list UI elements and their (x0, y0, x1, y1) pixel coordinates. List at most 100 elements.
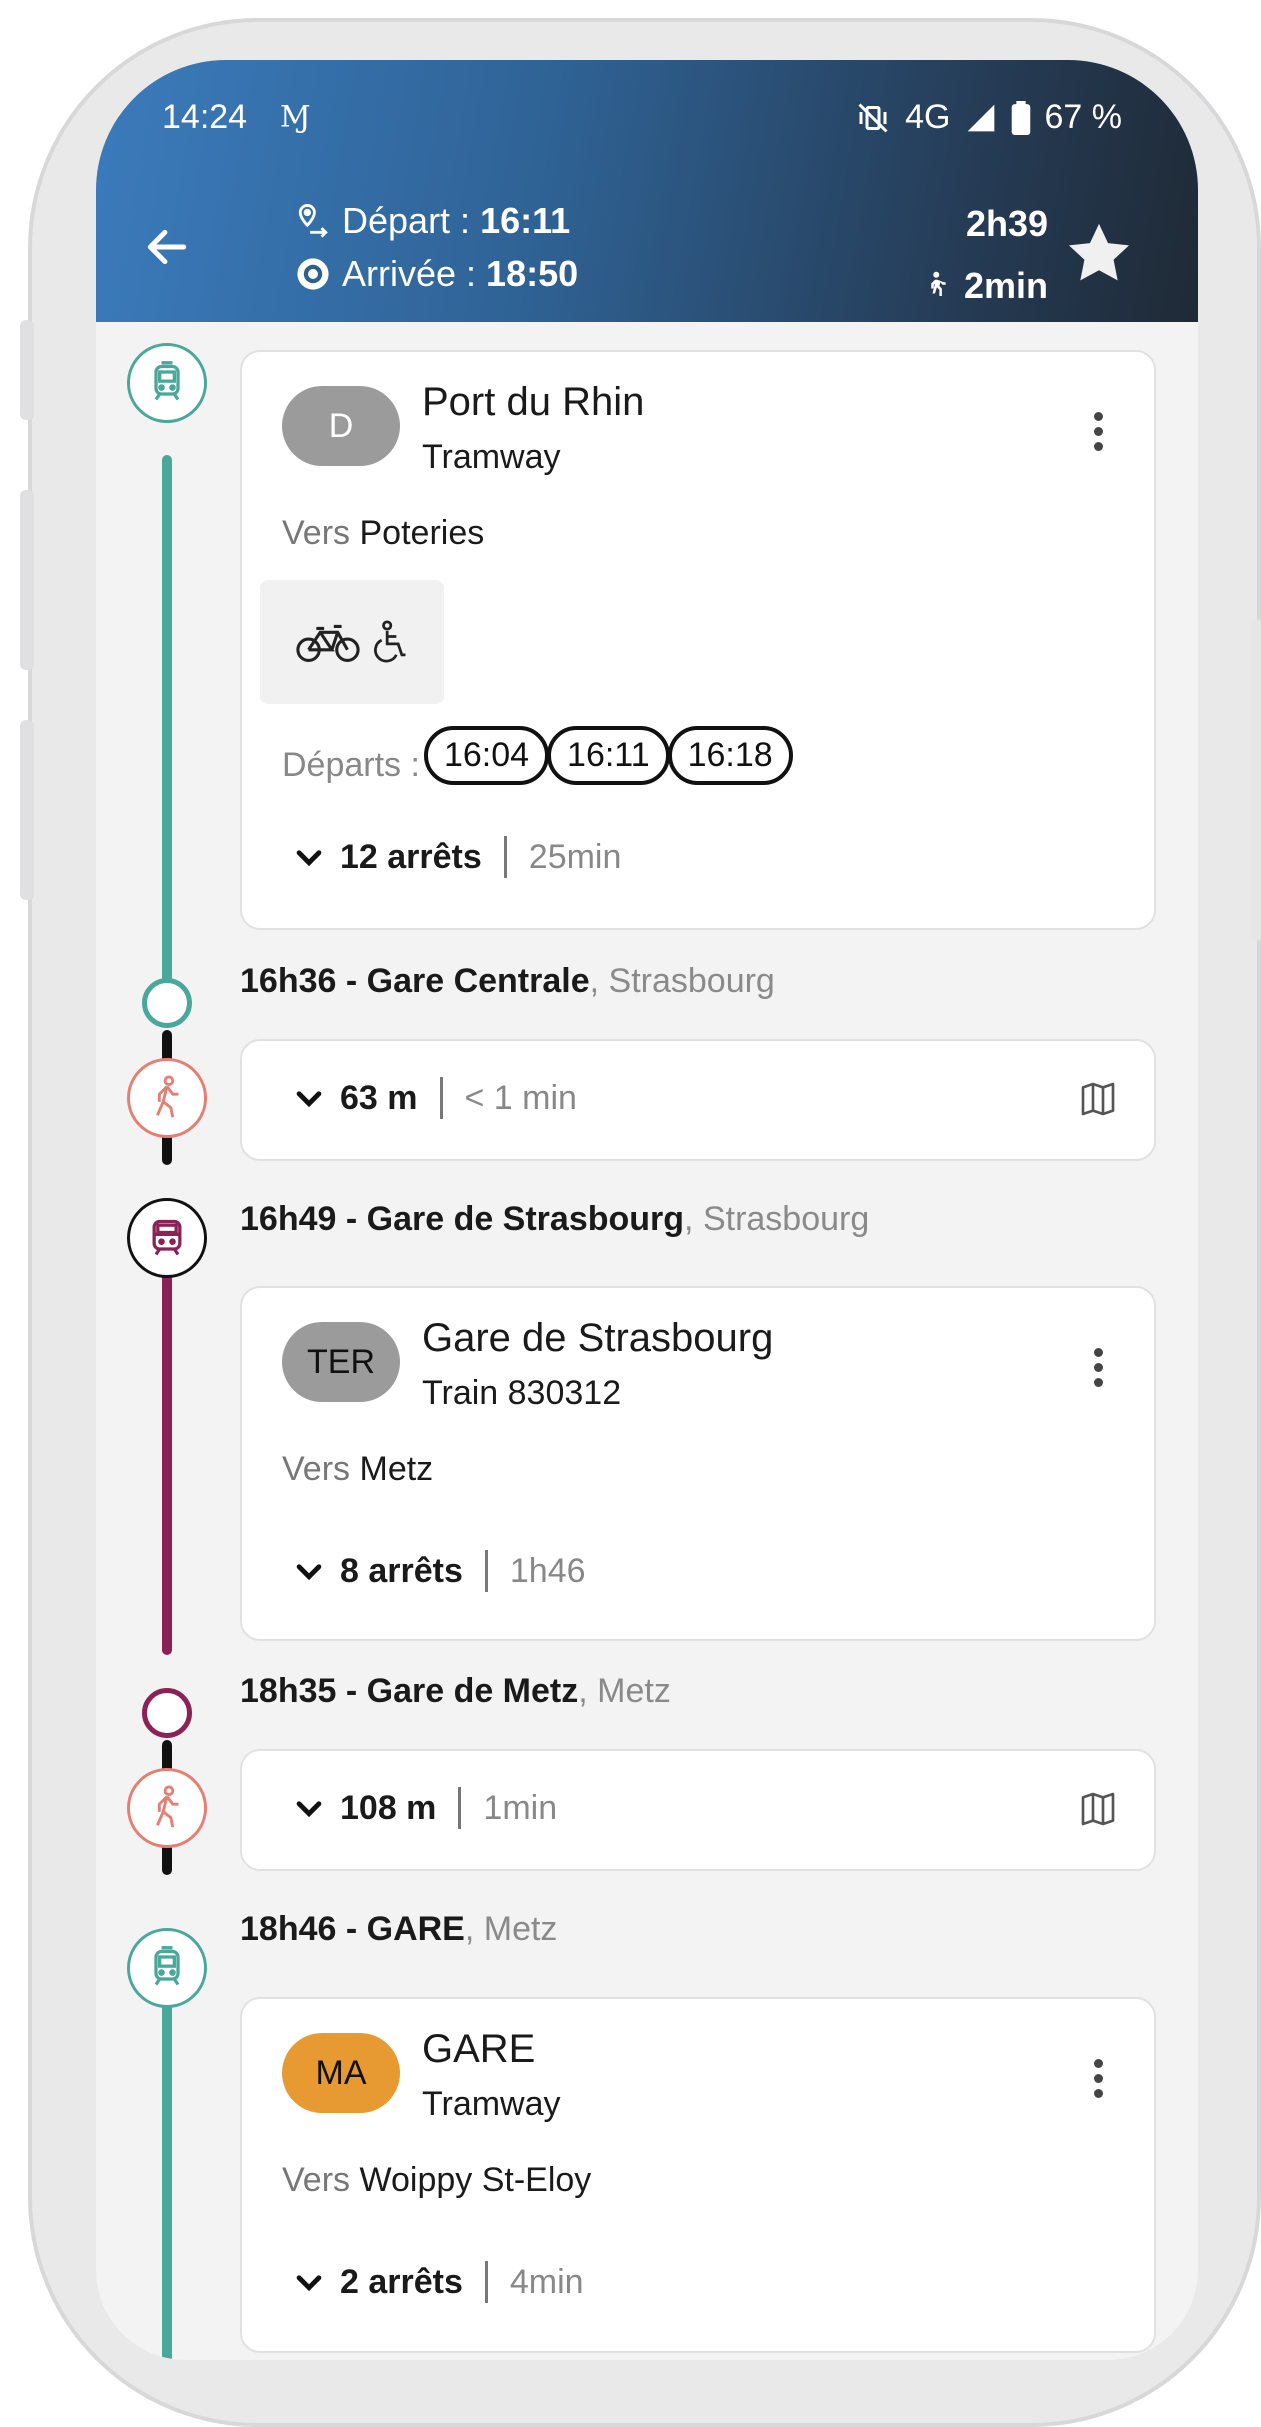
accessibility-features (260, 580, 444, 704)
stops-toggle[interactable]: 12 arrêts 25min (292, 836, 621, 878)
map-icon[interactable] (1078, 1789, 1118, 1829)
stops-count: 2 arrêts (340, 2262, 463, 2301)
leg-duration: 25min (528, 837, 622, 876)
stop-city: , Strasbourg (684, 1200, 870, 1238)
stop-time-name: 18h35 - Gare de Metz (240, 1672, 579, 1710)
departures-label: Départs : (282, 746, 420, 784)
walk-toggle[interactable]: 63 m < 1 min (292, 1077, 577, 1119)
battery-level: 67 % (1044, 98, 1123, 136)
stops-toggle[interactable]: 8 arrêts 1h46 (292, 1550, 586, 1592)
line-name: Port du Rhin (422, 380, 645, 424)
direction-name: Woippy St-Eloy (359, 2161, 592, 2199)
leg-duration: 4min (509, 2262, 584, 2301)
line-badge: D (282, 386, 400, 466)
direction-name: Metz (359, 1450, 434, 1488)
bike-icon (296, 624, 360, 662)
arrival-time: 18:50 (486, 253, 579, 294)
phone-side-button (20, 320, 34, 420)
departure-pill[interactable]: 16:11 (547, 726, 670, 785)
leg-duration: 1h46 (509, 1551, 586, 1590)
departures-row: Départs : 16:04 16:11 16:18 (282, 726, 793, 785)
leg-card-tram-d[interactable]: D Port du Rhin Tramway Vers Poteries Dép… (240, 350, 1156, 930)
departure-row: Départ : 16:11 (296, 200, 570, 242)
more-options-icon[interactable] (1092, 2059, 1104, 2104)
tram-line-segment (162, 455, 172, 1005)
line-name: Gare de Strasbourg (422, 1316, 774, 1360)
divider (484, 1550, 488, 1592)
direction: Vers Metz (282, 1450, 433, 1489)
status-icons: 4G 67 % (855, 98, 1122, 137)
direction-prefix: Vers (282, 2161, 351, 2199)
departure-label: Départ : (342, 200, 481, 241)
tram-icon (154, 361, 180, 401)
stop-dot (142, 1688, 192, 1738)
stop-time-name: 16h49 - Gare de Strasbourg (240, 1200, 685, 1238)
chevron-down-icon (296, 1091, 322, 1108)
train-line-segment (162, 1270, 172, 1655)
stop-label: 18h35 - Gare de Metz, Metz (240, 1672, 671, 1711)
line-badge: MA (282, 2033, 400, 2113)
back-arrow-icon[interactable] (142, 222, 192, 272)
status-time: 14:24 (162, 98, 248, 136)
line-type: Train 830312 (422, 1374, 622, 1412)
journey-header: 14:24 Ɱ 4G 67 % Départ : 16:11 Arrivée :… (96, 60, 1198, 322)
walk-leg-card[interactable]: 63 m < 1 min (240, 1039, 1156, 1161)
tram-node (127, 1928, 207, 2008)
leg-card-tram-ma[interactable]: MA GARE Tramway Vers Woippy St-Eloy 2 ar… (240, 1997, 1156, 2353)
pedestrian-icon (156, 1075, 179, 1118)
line-name: GARE (422, 2027, 536, 2071)
direction: Vers Woippy St-Eloy (282, 2161, 591, 2200)
network-type: 4G (905, 98, 951, 136)
tram-line-segment (162, 1985, 172, 2360)
departure-pill[interactable]: 16:18 (667, 726, 793, 785)
direction-name: Poteries (359, 514, 485, 552)
divider (458, 1787, 462, 1829)
phone-side-button (20, 720, 34, 900)
stop-label: 16h49 - Gare de Strasbourg, Strasbourg (240, 1200, 869, 1239)
walk-distance: 108 m (340, 1788, 437, 1827)
vibrate-off-icon (858, 102, 888, 133)
line-badge: TER (282, 1322, 400, 1402)
tram-icon (154, 1946, 180, 1986)
chevron-down-icon (296, 1564, 322, 1581)
departure-time: 16:11 (480, 200, 571, 241)
walk-total-time: 2min (963, 265, 1048, 306)
departure-pill[interactable]: 16:04 (423, 726, 550, 785)
more-options-icon[interactable] (1092, 412, 1104, 457)
phone-side-button (1251, 620, 1261, 940)
line-type: Tramway (422, 438, 561, 476)
more-options-icon[interactable] (1092, 1348, 1104, 1393)
line-type: Tramway (422, 2085, 561, 2123)
stops-toggle[interactable]: 2 arrêts 4min (292, 2261, 584, 2303)
walk-leg-card[interactable]: 108 m 1min (240, 1749, 1156, 1871)
pedestrian-icon (156, 1785, 179, 1828)
total-duration: 2h39 (965, 203, 1048, 244)
arrival-label: Arrivée : (342, 253, 487, 294)
battery-icon (1011, 100, 1030, 135)
direction: Vers Poteries (282, 514, 484, 553)
carrier-icon: Ɱ (280, 100, 311, 135)
walk-summary: 2min (924, 265, 1048, 307)
chevron-down-icon (296, 2275, 322, 2292)
favorite-star-icon[interactable] (1064, 218, 1134, 288)
walk-toggle[interactable]: 108 m 1min (292, 1787, 557, 1829)
departure-pin-icon (298, 203, 328, 238)
arrival-target-icon (297, 258, 329, 290)
chevron-down-icon (296, 1801, 322, 1818)
phone-side-button (20, 490, 34, 670)
map-icon[interactable] (1078, 1079, 1118, 1119)
walk-node (127, 1768, 207, 1848)
walk-duration: 1min (483, 1788, 558, 1827)
stop-time-name: 16h36 - Gare Centrale (240, 962, 590, 1000)
divider (484, 2261, 488, 2303)
walk-duration: < 1 min (464, 1078, 577, 1117)
direction-prefix: Vers (282, 1450, 351, 1488)
arrival-row: Arrivée : 18:50 (296, 253, 578, 295)
leg-card-ter[interactable]: TER Gare de Strasbourg Train 830312 Vers… (240, 1286, 1156, 1641)
stops-count: 8 arrêts (340, 1551, 463, 1590)
walking-icon (931, 271, 946, 296)
stop-dot (142, 978, 192, 1028)
wheelchair-icon (374, 620, 406, 663)
divider (503, 836, 507, 878)
stop-time-name: 18h46 - GARE (240, 1910, 465, 1948)
